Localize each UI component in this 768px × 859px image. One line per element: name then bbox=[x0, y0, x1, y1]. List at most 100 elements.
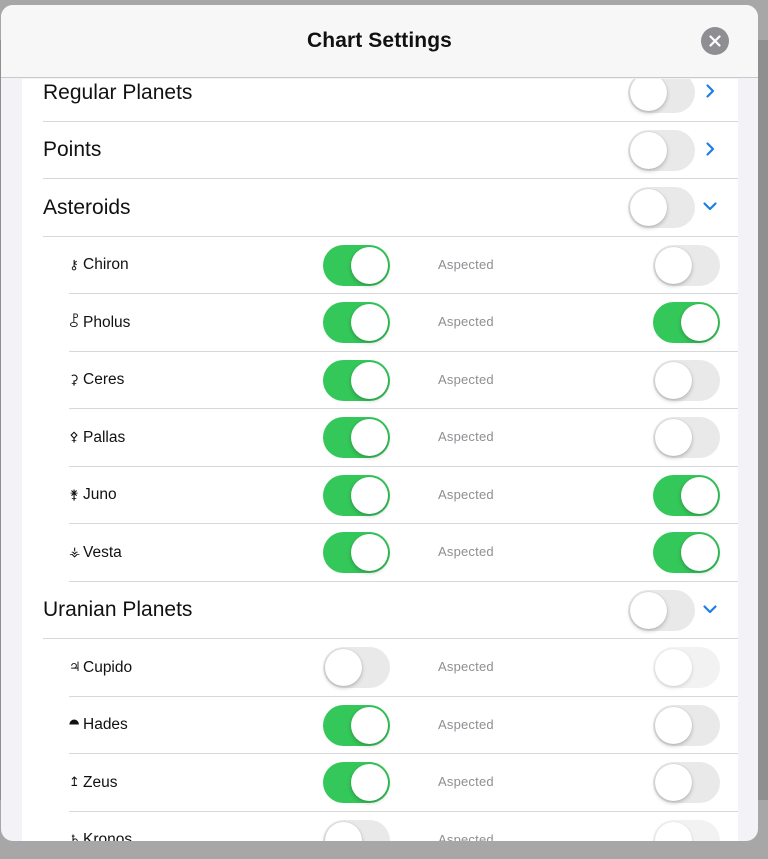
list-item: ⯊ Hades Aspected bbox=[22, 697, 738, 755]
toggle-knob bbox=[351, 476, 388, 514]
list-item: ↥ Zeus Aspected bbox=[22, 754, 738, 812]
toggle-juno[interactable] bbox=[323, 474, 390, 516]
aspected-label: Aspected bbox=[438, 831, 494, 842]
section-toggle-points[interactable] bbox=[628, 129, 695, 171]
chiron-glyph-icon: ⚷ bbox=[69, 257, 79, 273]
toggle-knob bbox=[351, 246, 388, 284]
item-label-kronos: ♄ Kronos bbox=[69, 831, 132, 841]
aspected-toggle-cupido[interactable] bbox=[653, 647, 720, 688]
item-name: Hades bbox=[83, 716, 128, 734]
item-label-vesta: ⚶ Vesta bbox=[69, 544, 122, 562]
section-row-regular-planets[interactable]: Regular Planets bbox=[22, 79, 738, 122]
item-name: Ceres bbox=[83, 371, 125, 389]
section-row-asteroids[interactable]: Asteroids bbox=[22, 179, 738, 237]
pholus-glyph-icon: ⯛ bbox=[69, 313, 79, 329]
aspected-toggle-pholus[interactable] bbox=[653, 302, 720, 343]
kronos-glyph-icon: ♄ bbox=[69, 832, 81, 841]
chevron-right-icon[interactable] bbox=[702, 83, 718, 99]
close-button[interactable] bbox=[701, 27, 729, 55]
list-item: ⯛ Pholus Aspected bbox=[22, 294, 738, 352]
toggle-vesta[interactable] bbox=[323, 532, 390, 573]
section-toggle-regular-planets[interactable] bbox=[628, 79, 695, 113]
aspected-label: Aspected bbox=[438, 314, 494, 329]
item-name: Vesta bbox=[83, 543, 122, 561]
modal-header: Chart Settings bbox=[1, 5, 758, 78]
aspected-toggle-kronos[interactable] bbox=[653, 819, 720, 841]
section-label: Uranian Planets bbox=[43, 598, 193, 622]
toggle-knob bbox=[351, 361, 388, 399]
hades-glyph-icon: ⯊ bbox=[69, 717, 80, 733]
section-row-points[interactable]: Points bbox=[22, 122, 738, 180]
chevron-down-icon[interactable] bbox=[702, 601, 718, 617]
item-name: Juno bbox=[83, 486, 117, 504]
toggle-knob bbox=[655, 706, 692, 744]
close-icon bbox=[709, 35, 721, 47]
toggle-knob bbox=[655, 246, 692, 284]
aspected-toggle-pallas[interactable] bbox=[653, 417, 720, 458]
toggle-knob bbox=[681, 304, 718, 341]
aspected-label: Aspected bbox=[438, 429, 494, 444]
item-name: Zeus bbox=[83, 773, 118, 791]
item-name: Pallas bbox=[83, 428, 126, 446]
toggle-knob bbox=[655, 821, 692, 841]
item-label-pholus: ⯛ Pholus bbox=[69, 312, 130, 334]
section-label: Points bbox=[43, 138, 102, 162]
aspected-toggle-vesta[interactable] bbox=[653, 532, 720, 573]
item-name: Cupido bbox=[83, 658, 133, 676]
page-title: Chart Settings bbox=[307, 29, 452, 52]
toggle-knob bbox=[681, 476, 718, 514]
ceres-glyph-icon: ⚳ bbox=[69, 372, 79, 388]
section-row-uranian-planets[interactable]: Uranian Planets bbox=[22, 582, 738, 640]
list-item: ♃ Cupido Aspected bbox=[22, 639, 738, 697]
list-item: ⚶ Vesta Aspected bbox=[22, 524, 738, 582]
toggle-ceres[interactable] bbox=[323, 359, 390, 401]
chevron-right-icon[interactable] bbox=[702, 141, 718, 157]
toggle-knob bbox=[630, 79, 667, 111]
settings-list-scroll[interactable]: Regular Planets Points Asteroids ⚷ Chiron Asp… bbox=[22, 79, 738, 841]
toggle-knob bbox=[351, 764, 388, 801]
list-item: ⚷ Chiron Aspected bbox=[22, 237, 738, 295]
item-name: Pholus bbox=[83, 313, 131, 331]
section-toggle-asteroids[interactable] bbox=[628, 187, 695, 228]
section-label: Asteroids bbox=[43, 195, 131, 219]
pallas-glyph-icon: ⚴ bbox=[69, 430, 79, 446]
toggle-knob bbox=[655, 649, 692, 686]
item-label-juno: ⚵ Juno bbox=[69, 486, 117, 504]
toggle-pholus[interactable] bbox=[323, 302, 390, 343]
item-label-chiron: ⚷ Chiron bbox=[69, 256, 129, 274]
chevron-down-icon[interactable] bbox=[702, 198, 718, 214]
section-label: Regular Planets bbox=[43, 80, 193, 104]
toggle-knob bbox=[351, 304, 388, 341]
toggle-knob bbox=[325, 821, 362, 841]
toggle-knob bbox=[655, 361, 692, 399]
aspected-label: Aspected bbox=[438, 486, 494, 502]
aspected-toggle-zeus[interactable] bbox=[653, 762, 720, 803]
toggle-kronos[interactable] bbox=[323, 819, 390, 841]
list-item: ♄ Kronos Aspected bbox=[22, 812, 738, 842]
section-toggle-uranian-planets[interactable] bbox=[628, 589, 695, 631]
chart-settings-modal: Chart Settings Regular Planets Points Aste… bbox=[1, 5, 758, 841]
aspected-toggle-chiron[interactable] bbox=[653, 244, 720, 286]
item-label-pallas: ⚴ Pallas bbox=[69, 429, 125, 447]
aspected-label: Aspected bbox=[438, 659, 494, 674]
cupido-glyph-icon: ♃ bbox=[69, 660, 81, 676]
vesta-glyph-icon: ⚶ bbox=[69, 545, 81, 561]
item-name: Chiron bbox=[83, 256, 129, 274]
toggle-cupido[interactable] bbox=[323, 647, 390, 688]
toggle-chiron[interactable] bbox=[323, 244, 390, 286]
aspected-toggle-juno[interactable] bbox=[653, 474, 720, 516]
aspected-label: Aspected bbox=[438, 256, 494, 272]
aspected-label: Aspected bbox=[438, 544, 494, 559]
toggle-knob bbox=[655, 419, 692, 456]
toggle-pallas[interactable] bbox=[323, 417, 390, 458]
aspected-toggle-ceres[interactable] bbox=[653, 359, 720, 401]
toggle-knob bbox=[681, 534, 718, 571]
juno-glyph-icon: ⚵ bbox=[69, 487, 79, 503]
item-label-ceres: ⚳ Ceres bbox=[69, 371, 124, 389]
toggle-knob bbox=[351, 706, 388, 744]
aspected-toggle-hades[interactable] bbox=[653, 704, 720, 746]
toggle-zeus[interactable] bbox=[323, 762, 390, 803]
toggle-knob bbox=[351, 534, 388, 571]
list-item: ⚵ Juno Aspected bbox=[22, 467, 738, 525]
toggle-hades[interactable] bbox=[323, 704, 390, 746]
